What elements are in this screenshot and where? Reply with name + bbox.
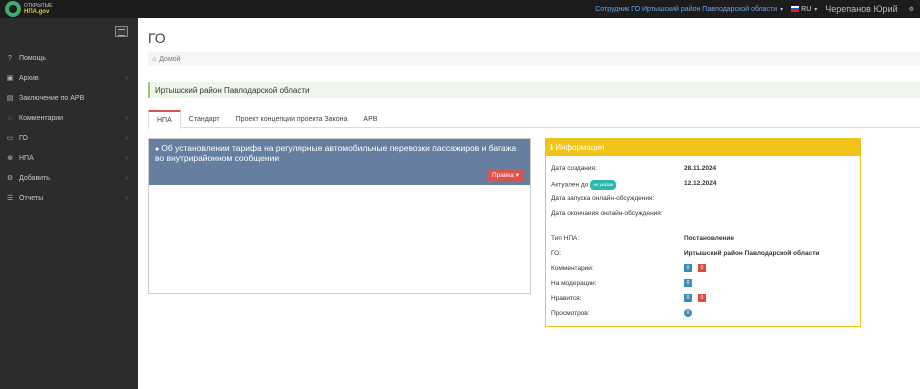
gear-icon: ⚙ xyxy=(6,175,14,182)
created-value: 28.11.2024 xyxy=(684,165,717,172)
chevron-left-icon: ‹ xyxy=(125,114,128,122)
views-count-badge: 0 xyxy=(684,309,692,317)
type-value: Постановление xyxy=(684,235,734,242)
sidebar-item-label: НПА xyxy=(19,154,34,162)
sidebar-item-arv-conclusion[interactable]: ▤ Заключение по АРВ xyxy=(0,88,138,108)
archive-icon: ▣ xyxy=(6,75,14,82)
district-alert: Иртышский район Павлодарской области xyxy=(148,82,920,98)
info-header: ℹ Информация xyxy=(546,139,860,156)
sidebar-item-label: Архив xyxy=(19,74,39,82)
logo[interactable]: ОТКРЫТЫЕ НПА.gov xyxy=(5,1,52,17)
dislikes-count-badge[interactable]: 0 xyxy=(698,294,706,302)
status-badge: не указан xyxy=(590,180,617,190)
page-title: ГО xyxy=(148,30,166,46)
go-value: Иртышский район Павлодарской области xyxy=(684,250,820,257)
tab-arv[interactable]: АРВ xyxy=(355,110,385,128)
document-header: ● Об установлении тарифа на регулярные ав… xyxy=(149,139,530,185)
info-panel: ℹ Информация Дата создания: 28.11.2024 А… xyxy=(545,138,861,327)
info-row-type: Тип НПА: Постановление xyxy=(551,233,856,248)
discussion-start-label: Дата запуска онлайн-обсуждения: xyxy=(551,195,655,202)
comments-count-badge[interactable]: 0 xyxy=(684,264,692,272)
edit-button[interactable]: Правка ▾ xyxy=(486,169,524,181)
actual-label: Актуален до xyxy=(551,181,589,189)
globe-icon: ⊕ xyxy=(7,155,13,162)
list-icon: ☰ xyxy=(6,195,14,202)
language-selector[interactable]: RU ▾ xyxy=(791,6,817,13)
sidebar-item-label: Комментарии xyxy=(19,114,64,122)
edit-button-label: Правка xyxy=(491,171,514,179)
info-row-go: ГО: Иртышский район Павлодарской области xyxy=(551,248,856,263)
top-bar: ОТКРЫТЫЕ НПА.gov Сотрудник ГО Иртышский … xyxy=(0,0,920,18)
discussion-end-label: Дата окончания онлайн-обсуждения: xyxy=(551,210,663,217)
info-row-created: Дата создания: 28.11.2024 xyxy=(551,163,856,178)
user-role: Сотрудник ГО Иртышский район Павлодарско… xyxy=(595,5,778,13)
sidebar-item-label: Добавить xyxy=(19,174,50,182)
sidebar-item-archive[interactable]: ▣ Архив ‹ xyxy=(0,68,138,88)
sidebar-item-label: Заключение по АРВ xyxy=(19,94,85,102)
sidebar-item-reports[interactable]: ☰ Отчеты ‹ xyxy=(0,188,138,208)
chevron-left-icon: ‹ xyxy=(125,74,128,82)
tab-bar: НПА Стандарт Проект концепции проекта За… xyxy=(148,110,920,129)
sidebar-item-label: Помощь xyxy=(19,54,47,62)
main-content: ГО ⌂ Домой Иртышский район Павлодарской … xyxy=(138,18,920,389)
lock-icon: ● xyxy=(155,146,160,153)
home-icon[interactable]: ⌂ xyxy=(152,56,156,63)
user-role-menu[interactable]: Сотрудник ГО Иртышский район Павлодарско… xyxy=(595,6,783,13)
alert-text: Иртышский район Павлодарской области xyxy=(155,85,310,95)
chevron-down-icon: ▾ xyxy=(515,172,519,179)
chevron-left-icon: ‹ xyxy=(125,194,128,202)
document-panel: ● Об установлении тарифа на регулярные ав… xyxy=(148,138,531,294)
info-row-moderation: На модерации: 0 xyxy=(551,278,856,293)
views-label: Просмотров: xyxy=(551,310,590,317)
likes-label: Нравится: xyxy=(551,295,582,302)
likes-count-badge[interactable]: 0 xyxy=(684,294,692,302)
go-label: ГО: xyxy=(551,250,562,257)
sidebar-item-npa[interactable]: ⊕ НПА ‹ xyxy=(0,148,138,168)
comments-label: Комментарии: xyxy=(551,265,594,272)
sidebar-item-label: Отчеты xyxy=(19,194,44,202)
chevron-down-icon: ▾ xyxy=(814,6,818,13)
sidebar-item-help[interactable]: ? Помощь xyxy=(0,48,138,68)
actual-value: 12.12.2024 xyxy=(684,180,717,187)
info-row-discussion-end: Дата окончания онлайн-обсуждения: xyxy=(551,208,856,233)
sidebar-menu: ? Помощь ▣ Архив ‹ ▤ Заключение по АРВ ◌ Комм… xyxy=(0,48,138,208)
chevron-left-icon: ‹ xyxy=(125,174,128,182)
sidebar-item-add[interactable]: ⚙ Добавить ‹ xyxy=(0,168,138,188)
moderation-label: На модерации: xyxy=(551,280,597,287)
chevron-down-icon: ▾ xyxy=(780,6,784,13)
info-row-comments: Комментарии: 0 0 xyxy=(551,263,856,278)
document-title: Об установлении тарифа на регулярные авт… xyxy=(155,143,517,163)
created-label: Дата создания: xyxy=(551,165,597,172)
sidebar-item-go[interactable]: ▭ ГО ‹ xyxy=(0,128,138,148)
settings-icon[interactable]: ⚙ xyxy=(909,6,914,13)
sidebar-item-label: ГО xyxy=(19,134,28,142)
chevron-left-icon: ‹ xyxy=(125,154,128,162)
comments-extra-badge[interactable]: 0 xyxy=(698,264,706,272)
type-label: Тип НПА: xyxy=(551,235,580,242)
info-title: Информация xyxy=(555,143,605,152)
tab-npa[interactable]: НПА xyxy=(148,110,181,129)
user-name[interactable]: Черепанов Юрий xyxy=(825,4,897,14)
tab-law-concept[interactable]: Проект концепции проекта Закона xyxy=(228,110,356,128)
info-row-likes: Нравится: 0 0 xyxy=(551,293,856,308)
language-label: RU xyxy=(801,5,812,13)
sidebar: ? Помощь ▣ Архив ‹ ▤ Заключение по АРВ ◌ Комм… xyxy=(0,18,138,389)
help-icon: ? xyxy=(8,54,12,62)
logo-icon xyxy=(5,1,21,17)
breadcrumb-home-link[interactable]: Домой xyxy=(159,56,180,63)
document-icon: ▤ xyxy=(6,95,14,102)
sidebar-item-comments[interactable]: ◌ Комментарии ‹ xyxy=(0,108,138,128)
info-row-views: Просмотров: 0 xyxy=(551,308,856,323)
moderation-count-badge[interactable]: 0 xyxy=(684,279,692,287)
logo-line2: НПА.gov xyxy=(24,9,50,15)
info-row-actual: Актуален до не указан 12.12.2024 xyxy=(551,178,856,193)
tab-standard[interactable]: Стандарт xyxy=(181,110,228,128)
flag-icon xyxy=(791,5,800,12)
building-icon: ▭ xyxy=(6,135,14,142)
chevron-left-icon: ‹ xyxy=(125,134,128,142)
breadcrumb: ⌂ Домой xyxy=(148,52,920,66)
comment-icon: ◌ xyxy=(7,114,13,122)
sidebar-toggle-button[interactable] xyxy=(115,26,128,37)
info-row-discussion-start: Дата запуска онлайн-обсуждения: xyxy=(551,193,856,208)
